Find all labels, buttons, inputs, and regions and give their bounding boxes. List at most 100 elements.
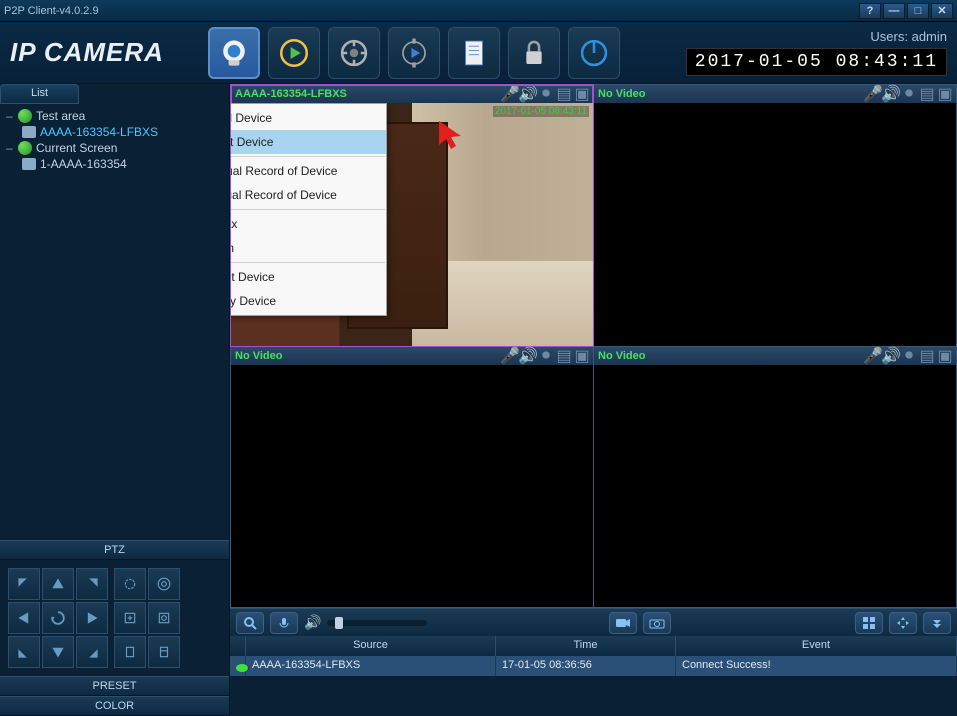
snapshot-icon[interactable]: ▤	[557, 350, 571, 362]
menu-full-display[interactable]: Full Display Device	[231, 289, 386, 313]
help-button[interactable]: ?	[859, 3, 881, 19]
ptz-auto[interactable]	[42, 602, 74, 634]
clock-display: 2017-01-05 08:43:11	[686, 48, 947, 76]
menu-quality-min[interactable]: ✓ Quality:Min	[231, 236, 386, 260]
record-icon[interactable]: ⏺	[902, 88, 916, 100]
video-title-2: No Video	[598, 88, 866, 100]
close-feed-icon[interactable]: ▣	[938, 350, 952, 362]
video-feed[interactable]: IP Camera 2017-01-05 08:43:11 Connected …	[231, 103, 593, 346]
sidebar: List – Test area AAAA-163354-LFBXS – Cur…	[0, 84, 230, 716]
ptz-up[interactable]	[42, 568, 74, 600]
ptz-left[interactable]	[8, 602, 40, 634]
video-cell-2[interactable]: No Video 🎤 🔊 ⏺ ▤ ▣	[594, 85, 956, 346]
event-time: 17-01-05 08:36:56	[496, 656, 676, 676]
preset-panel-header[interactable]: PRESET	[0, 676, 229, 696]
lock-button[interactable]	[508, 27, 560, 79]
snapshot-icon[interactable]: ▤	[920, 350, 934, 362]
local-config-button[interactable]	[388, 27, 440, 79]
video-grid: AAAA-163354-LFBXS 🎤 🔊 ⏺ ▤ ▣ IP Camera 20…	[230, 84, 957, 608]
tree-current-screen[interactable]: – Current Screen	[6, 140, 223, 156]
event-log-header: Source Time Event	[230, 636, 957, 656]
menu-disconnect-device[interactable]: Disconnect Device	[231, 130, 386, 154]
intercom-icon[interactable]: 🎤	[503, 88, 517, 100]
audio-icon[interactable]: 🔊	[884, 88, 898, 100]
zoom-out-button[interactable]	[148, 568, 180, 600]
close-feed-icon[interactable]: ▣	[575, 350, 589, 362]
talk-button[interactable]	[270, 612, 298, 634]
remote-config-button[interactable]	[328, 27, 380, 79]
minimize-button[interactable]: —	[883, 3, 905, 19]
tree-screen-label: Current Screen	[36, 141, 117, 155]
tree-area[interactable]: – Test area	[6, 108, 223, 124]
collapse-icon[interactable]: –	[6, 141, 16, 155]
window-title: P2P Client-v4.0.2.9	[4, 5, 857, 17]
video-cell-4[interactable]: No Video 🎤 🔊 ⏺ ▤ ▣	[594, 347, 956, 608]
snapshot-all-button[interactable]	[643, 612, 671, 634]
record-icon[interactable]: ⏺	[902, 350, 916, 362]
video-cell-1[interactable]: AAAA-163354-LFBXS 🎤 🔊 ⏺ ▤ ▣ IP Camera 20…	[231, 85, 593, 346]
playback-button[interactable]	[268, 27, 320, 79]
ptz-right[interactable]	[76, 602, 108, 634]
intercom-icon[interactable]: 🎤	[866, 88, 880, 100]
log-button[interactable]	[448, 27, 500, 79]
close-button[interactable]: ✕	[931, 3, 953, 19]
layout-button[interactable]	[855, 612, 883, 634]
intercom-icon[interactable]: 🎤	[866, 350, 880, 362]
globe-icon	[18, 109, 32, 123]
event-text: Connect Success!	[676, 656, 957, 676]
close-feed-icon[interactable]: ▣	[575, 88, 589, 100]
maximize-button[interactable]: □	[907, 3, 929, 19]
speaker-icon: 🔊	[304, 614, 321, 631]
window-titlebar: P2P Client-v4.0.2.9 ? — □ ✕	[0, 0, 957, 22]
iris-open-button[interactable]	[114, 636, 146, 668]
focus-near-button[interactable]	[114, 602, 146, 634]
color-panel-header[interactable]: COLOR	[0, 696, 229, 716]
audio-icon[interactable]: 🔊	[884, 350, 898, 362]
audio-icon[interactable]: 🔊	[521, 350, 535, 362]
list-tab[interactable]: List	[0, 84, 79, 104]
tree-area-label: Test area	[36, 109, 85, 123]
video-title-4: No Video	[598, 350, 866, 362]
tree-channel[interactable]: 1-AAAA-163354	[6, 156, 223, 172]
audio-icon[interactable]: 🔊	[521, 88, 535, 100]
collapse-log-button[interactable]	[923, 612, 951, 634]
ptz-up-left[interactable]	[8, 568, 40, 600]
intercom-icon[interactable]: 🎤	[503, 350, 517, 362]
ptz-up-right[interactable]	[76, 568, 108, 600]
users-label: Users: admin	[686, 29, 947, 44]
close-feed-icon[interactable]: ▣	[938, 88, 952, 100]
menu-stop-record[interactable]: Stop Manual Record of Device	[231, 183, 386, 207]
menu-auto-adjust[interactable]: Auto Adjust Device	[231, 265, 386, 289]
snapshot-icon[interactable]: ▤	[557, 88, 571, 100]
record-all-button[interactable]	[609, 612, 637, 634]
camera-icon	[22, 126, 36, 138]
ptz-down-left[interactable]	[8, 636, 40, 668]
ptz-controls	[0, 560, 229, 676]
menu-connected-device[interactable]: Connected Device	[231, 106, 386, 130]
record-icon[interactable]: ⏺	[539, 350, 553, 362]
focus-far-button[interactable]	[148, 602, 180, 634]
ptz-panel-header[interactable]: PTZ	[0, 540, 229, 560]
fullscreen-button[interactable]	[889, 612, 917, 634]
collapse-icon[interactable]: –	[6, 109, 16, 123]
ptz-down-right[interactable]	[76, 636, 108, 668]
video-cell-3[interactable]: No Video 🎤 🔊 ⏺ ▤ ▣	[231, 347, 593, 608]
menu-quality-max[interactable]: Quality:Max	[231, 212, 386, 236]
video-feed-empty	[594, 365, 956, 608]
live-view-button[interactable]	[208, 27, 260, 79]
record-icon[interactable]: ⏺	[539, 88, 553, 100]
zoom-in-button[interactable]	[114, 568, 146, 600]
volume-slider[interactable]	[327, 620, 427, 626]
iris-close-button[interactable]	[148, 636, 180, 668]
digital-zoom-button[interactable]	[236, 612, 264, 634]
tree-channel-label: 1-AAAA-163354	[40, 157, 127, 171]
feed-timestamp: 2017-01-05 08:43:11	[493, 106, 589, 117]
ptz-down[interactable]	[42, 636, 74, 668]
logout-button[interactable]	[568, 27, 620, 79]
event-row[interactable]: AAAA-163354-LFBXS 17-01-05 08:36:56 Conn…	[230, 656, 957, 676]
menu-start-record[interactable]: Start Manual Record of Device	[231, 159, 386, 183]
tree-device[interactable]: AAAA-163354-LFBXS	[6, 124, 223, 140]
snapshot-icon[interactable]: ▤	[920, 88, 934, 100]
content-area: AAAA-163354-LFBXS 🎤 🔊 ⏺ ▤ ▣ IP Camera 20…	[230, 84, 957, 716]
cursor-icon	[437, 119, 465, 153]
